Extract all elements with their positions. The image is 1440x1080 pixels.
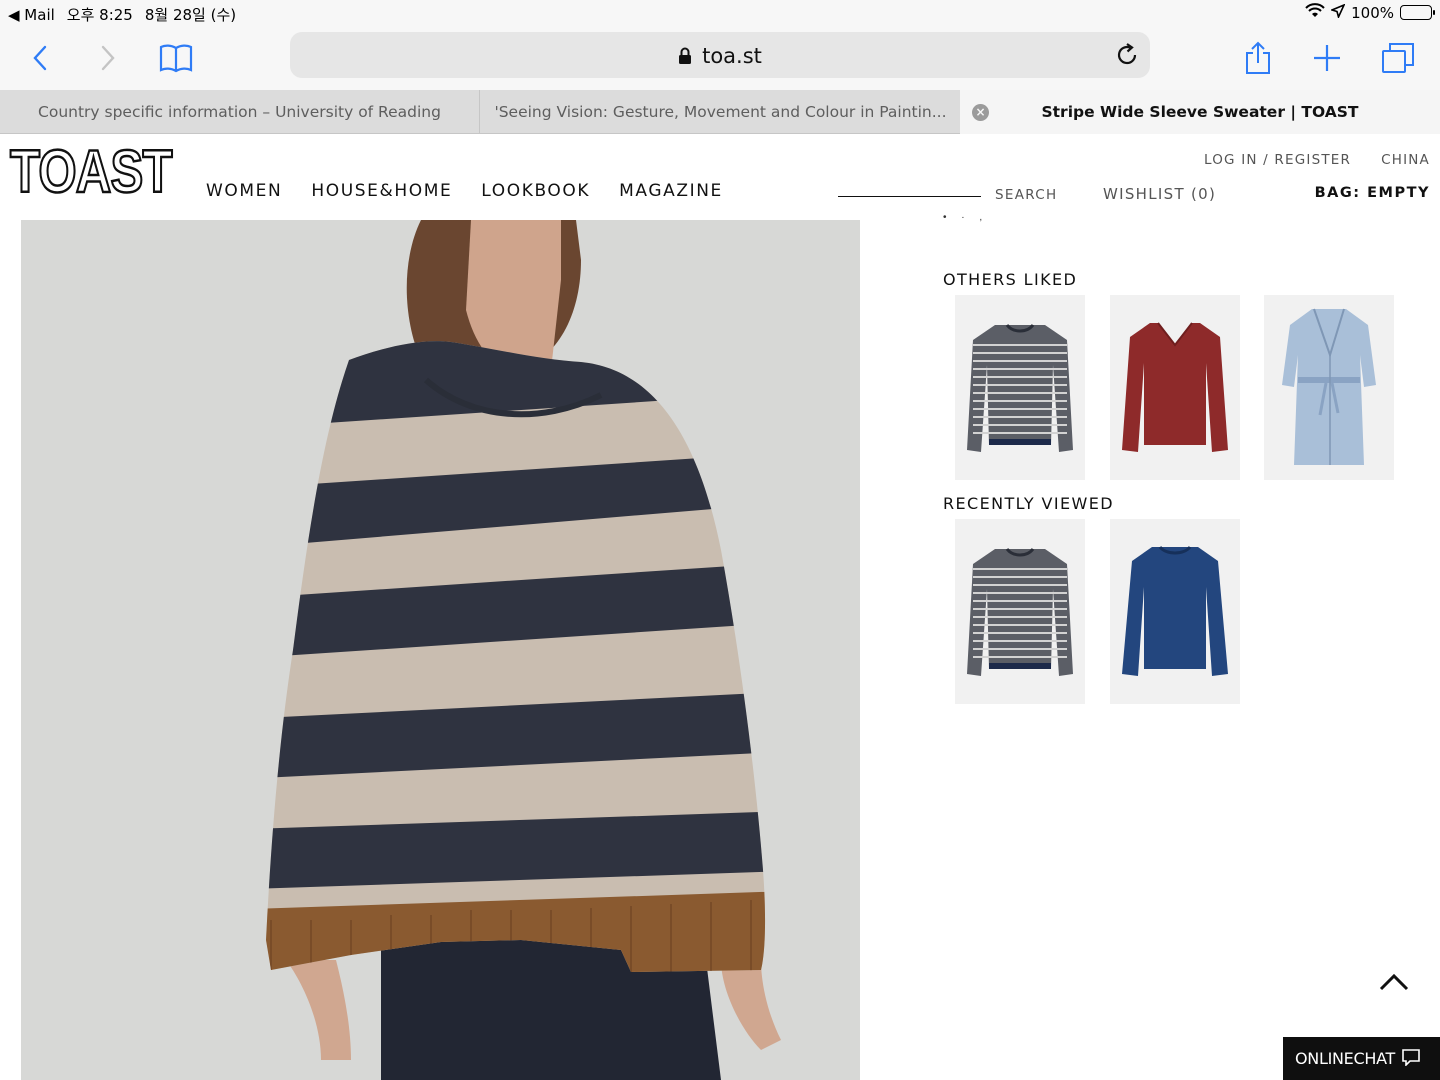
blue-sweater-icon xyxy=(1122,545,1228,676)
url-text: toa.st xyxy=(702,44,762,68)
location-arrow-icon xyxy=(1329,2,1346,22)
battery-icon xyxy=(1400,5,1435,20)
tab-strip: Country specific information – Universit… xyxy=(0,90,1440,134)
recently-viewed-title: RECENTLY VIEWED xyxy=(943,494,1114,513)
nav-house-home[interactable]: HOUSE&HOME xyxy=(311,181,452,201)
address-bar[interactable]: toa.st xyxy=(290,32,1150,78)
tab-toast-active[interactable]: × Stripe Wide Sleeve Sweater | TOAST xyxy=(960,90,1440,134)
browser-toolbar: toa.st xyxy=(0,26,1440,90)
tab-label: Stripe Wide Sleeve Sweater | TOAST xyxy=(1041,103,1359,121)
toast-logo[interactable]: TOAST xyxy=(9,140,174,203)
scroll-to-top-chevron-up-icon[interactable] xyxy=(1378,970,1410,994)
others-liked-title: OTHERS LIKED xyxy=(943,270,1078,289)
reload-icon[interactable] xyxy=(1114,42,1140,73)
login-register-link[interactable]: LOG IN / REGISTER xyxy=(1204,152,1351,168)
battery-percent: 100% xyxy=(1351,3,1394,22)
wishlist-link[interactable]: WISHLIST (0) xyxy=(1103,185,1216,203)
others-liked-item-2[interactable] xyxy=(1110,295,1240,480)
tabs-overview-icon[interactable] xyxy=(1376,36,1420,80)
status-bar: ◀ Mail 오후 8:25 8월 28일 (수) 100% xyxy=(0,0,1440,26)
region-selector[interactable]: CHINA xyxy=(1381,152,1430,168)
tab-label: 'Seeing Vision: Gesture, Movement and Co… xyxy=(494,103,947,121)
others-liked-item-1[interactable] xyxy=(955,295,1085,480)
recently-viewed-item-1[interactable] xyxy=(955,519,1085,704)
new-tab-plus-icon[interactable] xyxy=(1305,36,1349,80)
utility-nav: LOG IN / REGISTER CHINA xyxy=(1204,152,1430,168)
status-time: 오후 8:25 xyxy=(66,6,133,24)
striped-sweater-icon xyxy=(967,323,1073,452)
tab-university-of-reading[interactable]: Country specific information – Universit… xyxy=(0,90,480,134)
main-nav: WOMEN HOUSE&HOME LOOKBOOK MAGAZINE xyxy=(206,181,723,201)
wifi-icon xyxy=(1305,3,1325,22)
close-tab-icon[interactable]: × xyxy=(972,104,989,121)
tab-seeing-vision[interactable]: 'Seeing Vision: Gesture, Movement and Co… xyxy=(481,90,960,134)
bag-link[interactable]: BAG: EMPTY xyxy=(1315,185,1430,201)
nav-magazine[interactable]: MAGAZINE xyxy=(619,181,723,201)
nav-women[interactable]: WOMEN xyxy=(206,181,282,201)
product-image[interactable] xyxy=(21,220,860,1080)
status-date: 8월 28일 (수) xyxy=(144,6,237,24)
back-button[interactable] xyxy=(18,36,62,80)
search-label[interactable]: SEARCH xyxy=(995,187,1057,203)
share-icon[interactable] xyxy=(1236,36,1280,80)
site-header: TOAST WOMEN HOUSE&HOME LOOKBOOK MAGAZINE… xyxy=(0,134,1440,220)
forward-button[interactable] xyxy=(86,36,130,80)
blue-robe-dress-icon xyxy=(1282,308,1376,465)
others-liked-item-3[interactable] xyxy=(1264,295,1394,480)
back-to-app-link[interactable]: ◀ Mail xyxy=(8,6,55,24)
online-chat-label: ONLINECHAT xyxy=(1295,1049,1395,1068)
search-input[interactable] xyxy=(838,196,981,197)
lock-icon xyxy=(678,46,692,70)
bookmarks-icon[interactable] xyxy=(154,36,198,80)
chat-bubble-icon xyxy=(1401,1048,1421,1070)
scrolled-text-fragment: • · , xyxy=(943,212,989,223)
nav-lookbook[interactable]: LOOKBOOK xyxy=(481,181,590,201)
red-sweater-icon xyxy=(1122,322,1228,452)
online-chat-button[interactable]: ONLINECHAT xyxy=(1283,1037,1440,1080)
striped-sweater-icon xyxy=(967,547,1073,676)
recently-viewed-item-2[interactable] xyxy=(1110,519,1240,704)
tab-label: Country specific information – Universit… xyxy=(38,103,441,121)
